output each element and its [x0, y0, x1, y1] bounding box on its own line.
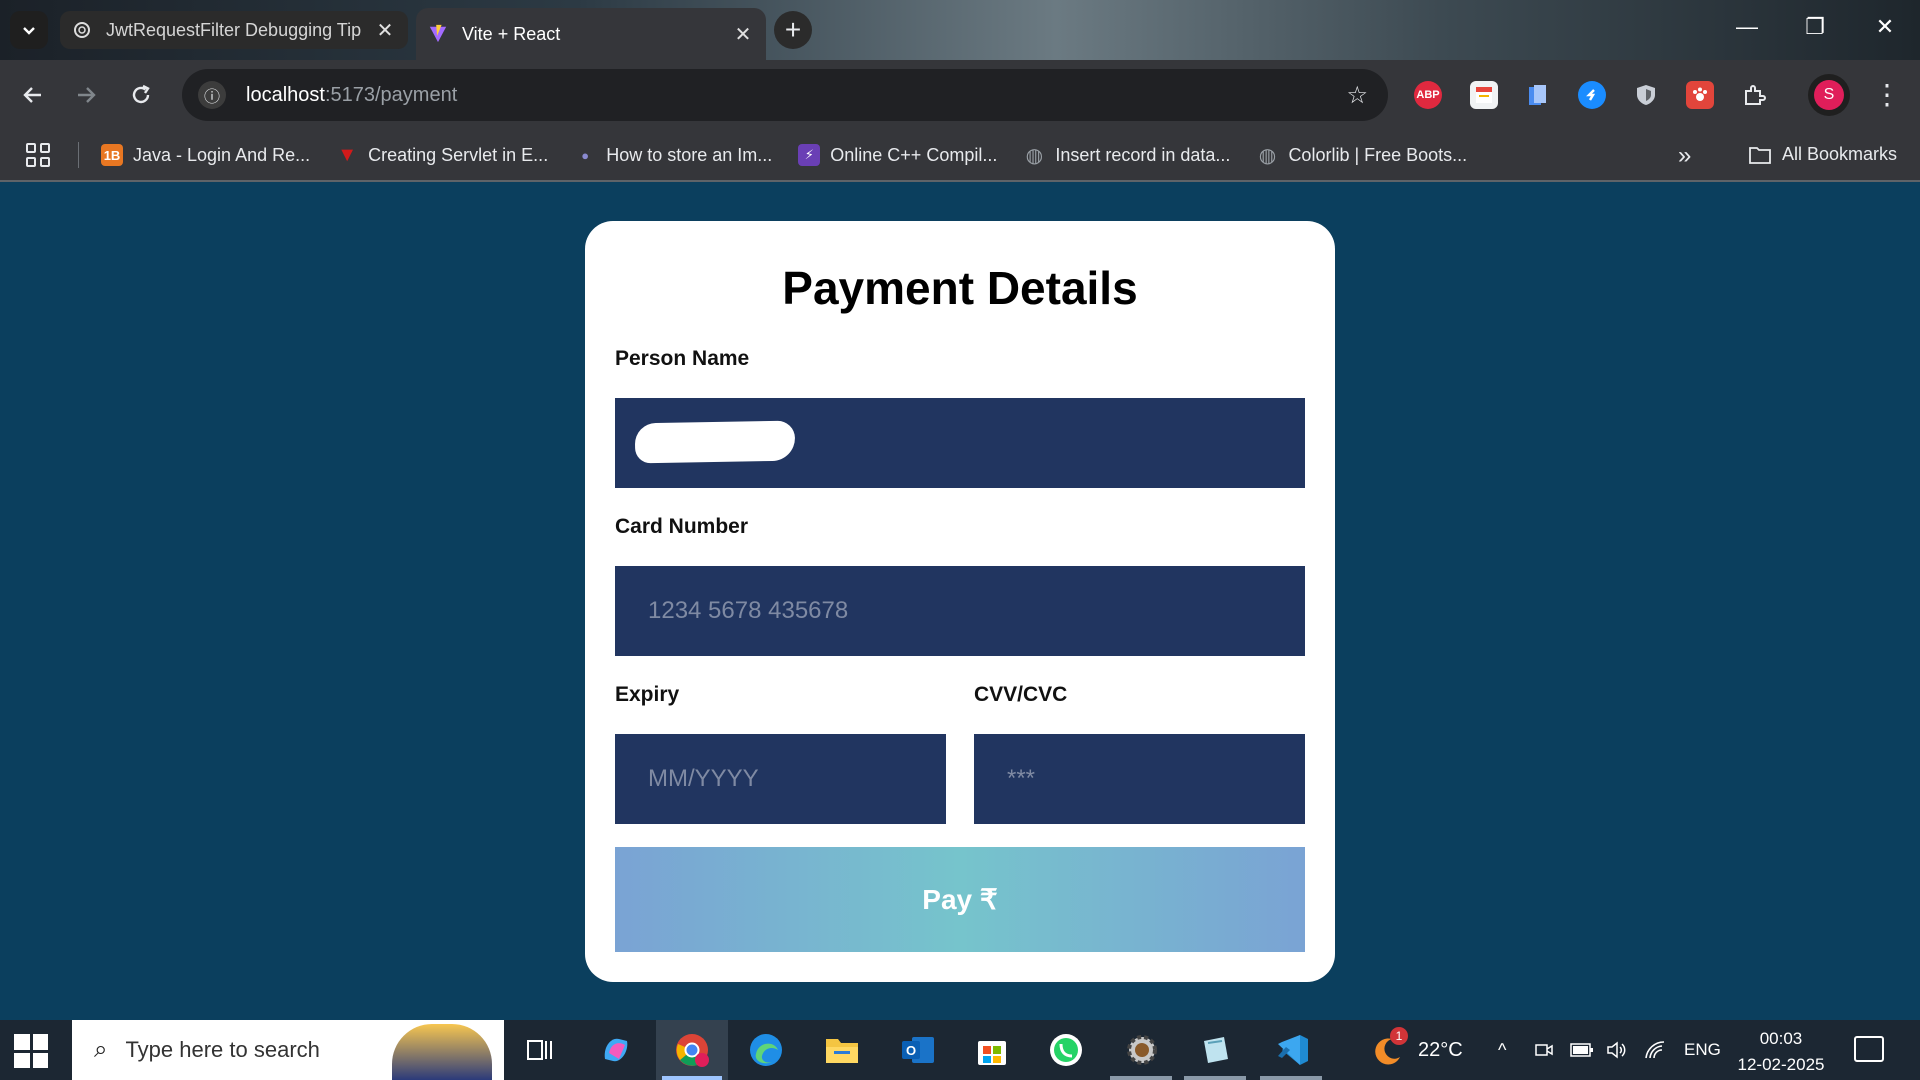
vscode-icon[interactable] [1272, 1030, 1312, 1070]
cvv-label: CVV/CVC [974, 683, 1068, 706]
java-bookmark-icon: 1B [101, 144, 123, 166]
payment-card: Payment Details Person Name Card Number … [585, 221, 1335, 982]
settings-gear-app-icon[interactable] [1122, 1030, 1162, 1070]
app-running-indicator [1184, 1076, 1246, 1080]
weather-widget[interactable]: 1 22°C [1370, 1020, 1463, 1080]
minimize-icon[interactable]: — [1724, 14, 1770, 40]
expiry-label: Expiry [615, 683, 680, 706]
shield-extension-icon[interactable] [1632, 81, 1660, 109]
outlook-icon[interactable]: O [898, 1030, 938, 1070]
url-text[interactable]: localhost:5173/payment [246, 84, 457, 107]
tab-title: JwtRequestFilter Debugging Tip [106, 19, 362, 40]
expiry-input[interactable] [615, 734, 946, 824]
tab-strip: JwtRequestFilter Debugging Tip ✕ Vite + … [0, 0, 1920, 60]
tab-search-button[interactable] [10, 11, 48, 49]
pay-button[interactable]: Pay ₹ [615, 847, 1305, 952]
notification-center-icon[interactable] [1854, 1036, 1884, 1062]
app-running-indicator [1260, 1076, 1322, 1080]
adblock-plus-icon[interactable]: ABP [1414, 81, 1442, 109]
temperature: 22°C [1418, 1038, 1463, 1061]
bookmark-store-image[interactable]: ● How to store an Im... [574, 144, 772, 166]
bookmark-insert-record[interactable]: ◍ Insert record in data... [1023, 144, 1231, 167]
taskbar-search-box[interactable]: ⌕ Type here to search [72, 1020, 504, 1080]
meet-now-icon[interactable] [1534, 1020, 1554, 1080]
person-name-label: Person Name [615, 347, 750, 370]
browser-toolbar: ⓘ localhost:5173/payment ☆ ABP S ⋮ [0, 60, 1920, 130]
copilot-icon[interactable] [596, 1030, 636, 1070]
bookmark-star-icon[interactable]: ☆ [1346, 81, 1368, 110]
bookmark-java-login[interactable]: 1B Java - Login And Re... [101, 144, 310, 166]
weather-badge: 1 [1390, 1027, 1408, 1045]
back-icon[interactable] [15, 77, 51, 113]
notes-app-icon[interactable] [1196, 1030, 1236, 1070]
bookmark-online-compiler[interactable]: ⚡ Online C++ Compil... [798, 144, 997, 166]
folder-icon [1749, 146, 1771, 164]
chevron-down-icon [23, 27, 35, 35]
docs-extension-icon[interactable] [1524, 81, 1552, 109]
openai-icon [72, 20, 92, 40]
microsoft-store-icon[interactable] [972, 1030, 1012, 1070]
weather-moon-icon: 1 [1370, 1027, 1408, 1067]
search-highlight-image [392, 1024, 492, 1080]
servlet-bookmark-icon: ▼ [337, 143, 357, 166]
card-number-input[interactable] [615, 566, 1305, 656]
chrome-active-indicator [662, 1076, 722, 1080]
page-title: Payment Details [782, 262, 1138, 314]
compiler-bookmark-icon: ⚡ [798, 144, 821, 166]
address-bar[interactable]: ⓘ localhost:5173/payment ☆ [182, 69, 1388, 121]
globe-bookmark-icon: ◍ [1258, 144, 1277, 167]
paw-extension-icon[interactable] [1686, 81, 1714, 109]
chrome-icon[interactable] [672, 1030, 712, 1070]
tray-expand-icon[interactable]: ^ [1498, 1020, 1506, 1080]
close-window-icon[interactable]: ✕ [1862, 14, 1908, 40]
whatsapp-icon[interactable] [1046, 1030, 1086, 1070]
forward-icon[interactable] [68, 77, 104, 113]
close-tab-icon[interactable]: ✕ [374, 18, 396, 43]
battery-icon[interactable] [1570, 1020, 1594, 1080]
puzzle-extensions-icon[interactable] [1740, 81, 1768, 109]
cvv-input[interactable] [974, 734, 1305, 824]
clock-time: 00:03 [1759, 1029, 1803, 1048]
restore-icon[interactable]: ❐ [1792, 14, 1838, 40]
app-running-indicator [1110, 1076, 1172, 1080]
taskbar-search-placeholder: Type here to search [125, 1037, 320, 1062]
bookmark-colorlib[interactable]: ◍ Colorlib | Free Boots... [1256, 144, 1467, 167]
close-tab-icon[interactable]: ✕ [732, 22, 754, 47]
taskbar-clock[interactable]: 00:03 12-02-2025 [1736, 1026, 1826, 1078]
search-icon: ⌕ [94, 1036, 108, 1063]
page-viewport: Payment Details Person Name Card Number … [0, 182, 1920, 1020]
more-bookmarks-icon[interactable]: » [1678, 142, 1691, 170]
windows-start-icon[interactable] [14, 1034, 48, 1068]
task-view-icon[interactable] [520, 1030, 560, 1070]
new-tab-button[interactable]: + [774, 11, 812, 49]
apps-grid-icon[interactable] [26, 143, 50, 167]
clock-date: 12-02-2025 [1737, 1055, 1825, 1074]
shazam-icon[interactable] [1578, 81, 1606, 109]
site-info-icon[interactable]: ⓘ [198, 81, 226, 109]
svg-text:O: O [906, 1043, 916, 1058]
tab-jwt[interactable]: JwtRequestFilter Debugging Tip ✕ [60, 11, 408, 49]
vite-icon [428, 24, 448, 44]
wifi-icon[interactable] [1644, 1020, 1666, 1080]
all-bookmarks-button[interactable]: All Bookmarks [1748, 144, 1897, 165]
reload-icon[interactable] [123, 77, 159, 113]
globe-bookmark-icon: ◍ [1025, 144, 1044, 167]
file-explorer-icon[interactable] [822, 1030, 862, 1070]
edge-icon[interactable] [746, 1030, 786, 1070]
windows-taskbar: ⌕ Type here to search O 1 22°C ^ ENG 00:… [0, 1020, 1920, 1080]
bookmark-creating-servlet[interactable]: ▼ Creating Servlet in E... [336, 144, 548, 166]
volume-icon[interactable] [1606, 1020, 1628, 1080]
tab-title: Vite + React [462, 23, 561, 44]
tab-vite-react[interactable]: Vite + React ✕ [416, 8, 766, 60]
language-indicator[interactable]: ENG [1684, 1020, 1721, 1080]
calendar-extension-icon[interactable] [1470, 81, 1498, 109]
browser-menu-icon[interactable]: ⋮ [1872, 77, 1902, 113]
redacted-name-scribble [634, 420, 796, 464]
profile-avatar[interactable]: S [1808, 74, 1850, 116]
bookmarks-separator [78, 142, 79, 168]
card-number-label: Card Number [615, 515, 749, 538]
image-bookmark-icon: ● [581, 147, 590, 163]
bookmarks-bar: 1B Java - Login And Re... ▼ Creating Ser… [0, 130, 1920, 182]
person-name-input[interactable] [615, 398, 1305, 488]
